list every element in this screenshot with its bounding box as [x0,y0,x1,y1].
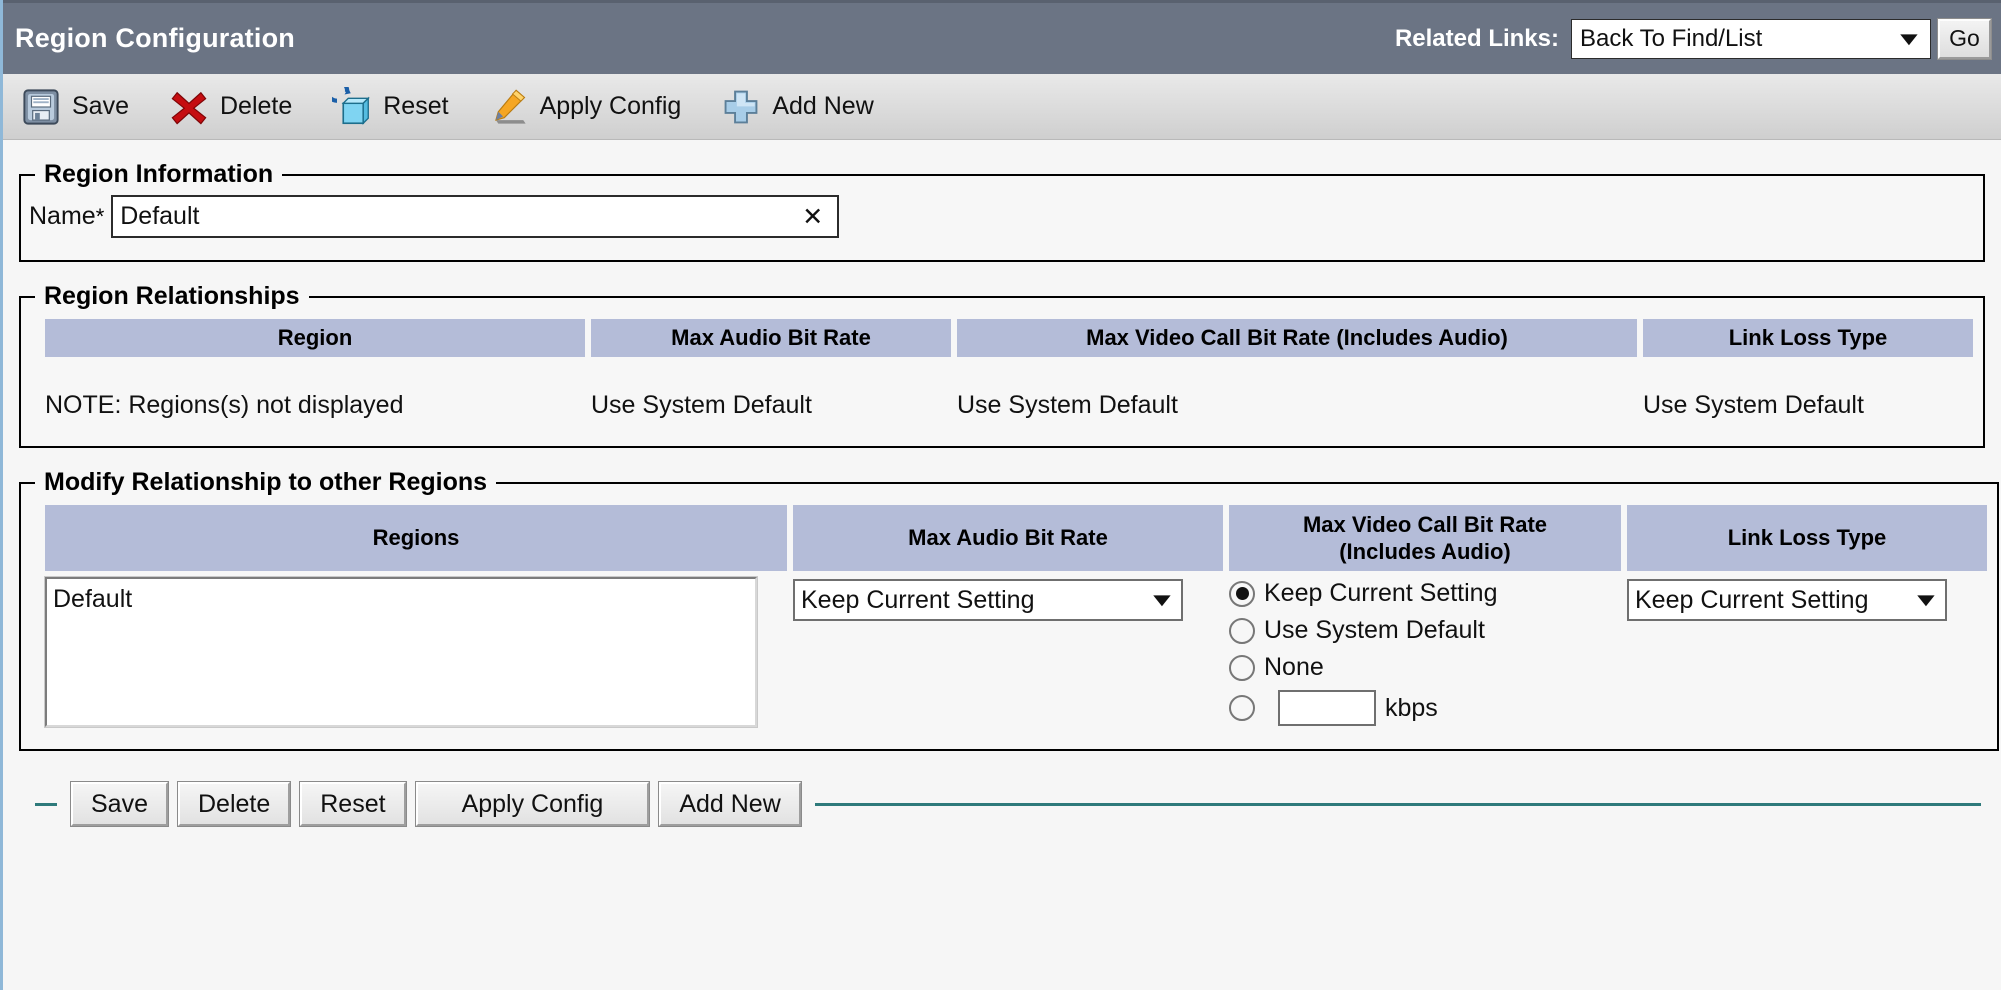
chevron-down-icon: ▼ [1911,588,1941,611]
radio-icon[interactable] [1229,580,1255,607]
column-header-max-video-line2: (Includes Audio) [1339,539,1511,564]
name-input[interactable]: Default ✕ [111,195,840,238]
column-header-max-video-line1: Max Video Call Bit Rate [1302,511,1548,537]
apply-config-button[interactable]: Apply Config [414,781,651,827]
region-information-legend: Region Information [44,160,274,188]
column-header-link-loss: Link Loss Type [1627,505,1987,571]
red-x-icon [169,86,209,128]
save-button[interactable]: Save [70,781,169,827]
chevron-down-icon: ▼ [1894,27,1924,49]
related-links-selected-value: Back To Find/List [1580,24,1763,52]
radio-option-label: None [1264,653,1324,681]
region-information-group: Region Information Name * Default ✕ [19,160,1985,262]
cell-region: NOTE: Regions(s) not displayed [45,391,404,419]
go-button[interactable]: Go [1937,17,1992,60]
add-new-button[interactable]: Add New [658,781,802,827]
name-input-value: Default [120,202,200,230]
chevron-down-icon: ▼ [1147,588,1177,611]
radio-option-label: Use System Default [1264,616,1485,644]
cell-link-loss: Use System Default [1643,391,1864,419]
modify-relationship-table-header: Regions Max Audio Bit Rate Max Video Cal… [21,497,1997,571]
toolbar-add-new-button[interactable]: Add New [721,86,874,128]
rule-left [35,802,57,806]
column-header-max-audio: Max Audio Bit Rate [591,319,951,357]
blue-plus-icon [721,86,761,128]
name-row: Name * Default ✕ [21,189,1983,260]
toolbar-apply-config-button[interactable]: Apply Config [489,86,682,128]
max-video-bit-rate-radio-group: Keep Current Setting Use System Default … [1229,577,1621,727]
table-row: NOTE: Regions(s) not displayed Use Syste… [21,357,1983,446]
regions-listbox[interactable]: Default [44,576,758,728]
page-title: Region Configuration [15,23,295,53]
radio-option-use-system-default[interactable]: Use System Default [1229,616,1621,645]
spacer-mid-1 [19,262,1985,282]
link-loss-cell: Keep Current Setting ▼ [1627,577,1987,727]
max-audio-bit-rate-value: Keep Current Setting [801,585,1035,614]
toolbar-reset-button[interactable]: Reset [332,86,449,128]
kbps-input[interactable] [1278,690,1376,726]
rule-right [814,802,1981,806]
reset-button[interactable]: Reset [299,781,407,827]
radio-option-keep-current[interactable]: Keep Current Setting [1229,579,1621,608]
toolbar-reset-label: Reset [383,92,449,120]
region-relationships-table-header: Region Max Audio Bit Rate Max Video Call… [21,311,1983,357]
related-links-select[interactable]: Back To Find/List ▼ [1571,18,1931,59]
toolbar-add-new-label: Add New [772,92,874,120]
column-header-max-video: Max Video Call Bit Rate (Includes Audio) [957,319,1637,357]
toolbar-save-label: Save [72,92,129,120]
related-links-group: Related Links: Back To Find/List ▼ Go [1394,17,1992,60]
toolbar: Save Delete Reset Apply Config Add New [3,74,2001,140]
radio-option-none[interactable]: None [1229,653,1621,682]
page-header-bar: Region Configuration Related Links: Back… [3,0,2001,74]
column-header-max-video: Max Video Call Bit Rate (Includes Audio) [1229,505,1621,571]
bottom-button-bar: Save Delete Reset Apply Config Add New [19,765,1985,843]
column-header-regions: Regions [45,505,787,571]
name-label: Name [29,202,96,230]
toolbar-delete-label: Delete [219,92,293,120]
region-relationships-legend: Region Relationships [44,282,300,310]
cell-max-video: Use System Default [957,391,1178,419]
required-marker: * [95,203,105,229]
toolbar-save-button[interactable]: Save [21,86,129,128]
delete-button[interactable]: Delete [176,781,292,827]
max-audio-bit-rate-select[interactable]: Keep Current Setting ▼ [793,579,1183,621]
modify-relationship-legend: Modify Relationship to other Regions [44,468,488,496]
modify-relationship-body: Default Keep Current Setting ▼ Keep Curr… [21,571,1997,749]
max-audio-cell: Keep Current Setting ▼ [793,577,1223,727]
column-header-link-loss: Link Loss Type [1643,319,1973,357]
radio-icon[interactable] [1229,654,1255,681]
related-links-label: Related Links: [1394,24,1559,52]
pencil-icon [489,86,529,128]
column-header-region: Region [45,319,585,357]
kbps-unit-label: kbps [1385,693,1438,722]
modify-relationship-group: Modify Relationship to other Regions Reg… [19,468,1999,751]
toolbar-delete-button[interactable]: Delete [169,86,292,128]
spacer-top [19,140,1985,160]
radio-option-label: Keep Current Setting [1264,579,1498,607]
cell-max-audio: Use System Default [591,391,812,419]
main-content: Region Information Name * Default ✕ Regio… [3,140,2001,843]
radio-option-custom-kbps[interactable]: kbps [1229,690,1621,726]
column-header-max-audio: Max Audio Bit Rate [793,505,1223,571]
reset-cube-icon [332,86,372,128]
region-relationships-group: Region Relationships Region Max Audio Bi… [19,282,1985,448]
link-loss-type-value: Keep Current Setting [1635,585,1869,614]
floppy-disk-icon [21,86,61,128]
radio-icon[interactable] [1229,695,1255,721]
clear-icon[interactable]: ✕ [802,202,823,232]
toolbar-apply-config-label: Apply Config [539,92,682,120]
radio-icon[interactable] [1229,617,1255,644]
spacer-mid-2 [19,448,1985,468]
regions-listbox-cell: Default [44,576,787,728]
link-loss-type-select[interactable]: Keep Current Setting ▼ [1627,579,1947,621]
bottom-buttons: Save Delete Reset Apply Config Add New [70,781,802,827]
list-item[interactable]: Default [53,585,755,614]
